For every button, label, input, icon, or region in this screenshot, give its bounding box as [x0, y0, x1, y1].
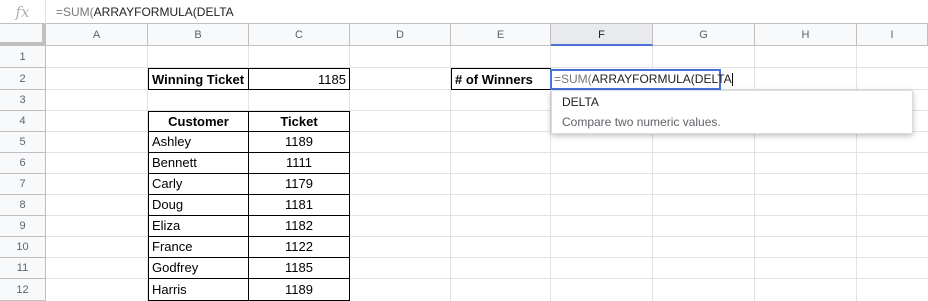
formula-rest: ARRAYFORMULA(DELTA	[93, 5, 234, 19]
winning-ticket-value[interactable]: 1185	[249, 68, 350, 90]
editor-rest: ARRAYFORMULA(DELTA	[591, 72, 732, 86]
column-header-a[interactable]: A	[46, 24, 148, 46]
table-row-ticket[interactable]: 1179	[249, 174, 350, 195]
table-row-ticket[interactable]: 1189	[249, 132, 350, 153]
column-header-c[interactable]: C	[249, 24, 350, 46]
column-header-g[interactable]: G	[653, 24, 755, 46]
table-row-customer[interactable]: Bennett	[148, 153, 249, 174]
row-header-8[interactable]: 8	[0, 195, 46, 216]
column-header-d[interactable]: D	[350, 24, 451, 46]
column-header-f[interactable]: F	[551, 24, 653, 46]
table-row-ticket[interactable]: 1185	[249, 258, 350, 279]
row-header-6[interactable]: 6	[0, 153, 46, 174]
autocomplete-description: Compare two numeric values.	[562, 115, 721, 129]
formula-input[interactable]: =SUM(ARRAYFORMULA(DELTA	[56, 0, 234, 24]
row-header-4[interactable]: 4	[0, 111, 46, 132]
row-header-10[interactable]: 10	[0, 237, 46, 258]
column-header-i[interactable]: I	[857, 24, 928, 46]
column-header-h[interactable]: H	[755, 24, 857, 46]
formula-prefix: =SUM(	[56, 5, 94, 19]
table-row-customer[interactable]: Doug	[148, 195, 249, 216]
editor-prefix: =SUM(	[554, 72, 592, 86]
table-row-customer[interactable]: Ashley	[148, 132, 249, 153]
table-header-ticket[interactable]: Ticket	[249, 111, 350, 132]
table-row-ticket[interactable]: 1122	[249, 237, 350, 258]
row-header-1[interactable]: 1	[0, 46, 46, 68]
row-header-3[interactable]: 3	[0, 90, 46, 111]
row-header-7[interactable]: 7	[0, 174, 46, 195]
table-row-customer[interactable]: Godfrey	[148, 258, 249, 279]
row-header-9[interactable]: 9	[0, 216, 46, 237]
table-row-customer[interactable]: France	[148, 237, 249, 258]
autocomplete-popup[interactable]: DELTA Compare two numeric values.	[551, 90, 913, 134]
table-row-customer[interactable]: Eliza	[148, 216, 249, 237]
row-header-12[interactable]: 12	[0, 279, 46, 301]
table-row-ticket[interactable]: 1189	[249, 279, 350, 301]
table-row-ticket[interactable]: 1181	[249, 195, 350, 216]
row-header-11[interactable]: 11	[0, 258, 46, 279]
formula-bar: fx =SUM(ARRAYFORMULA(DELTA	[0, 0, 928, 24]
fx-icon: fx	[0, 0, 46, 24]
active-cell-editor[interactable]: =SUM(ARRAYFORMULA(DELTA	[550, 69, 733, 90]
text-caret	[731, 73, 733, 87]
row-header-2[interactable]: 2	[0, 68, 46, 90]
table-row-customer[interactable]: Carly	[148, 174, 249, 195]
row-header-5[interactable]: 5	[0, 132, 46, 153]
table-row-customer[interactable]: Harris	[148, 279, 249, 301]
table-row-ticket[interactable]: 1182	[249, 216, 350, 237]
column-header-e[interactable]: E	[451, 24, 551, 46]
table-header-customer[interactable]: Customer	[148, 111, 249, 132]
column-header-b[interactable]: B	[148, 24, 249, 46]
winners-label[interactable]: # of Winners	[451, 68, 551, 90]
select-all-corner[interactable]	[0, 24, 46, 46]
table-row-ticket[interactable]: 1111	[249, 153, 350, 174]
autocomplete-function-name[interactable]: DELTA	[562, 95, 599, 109]
winning-ticket-label[interactable]: Winning Ticket	[148, 68, 249, 90]
